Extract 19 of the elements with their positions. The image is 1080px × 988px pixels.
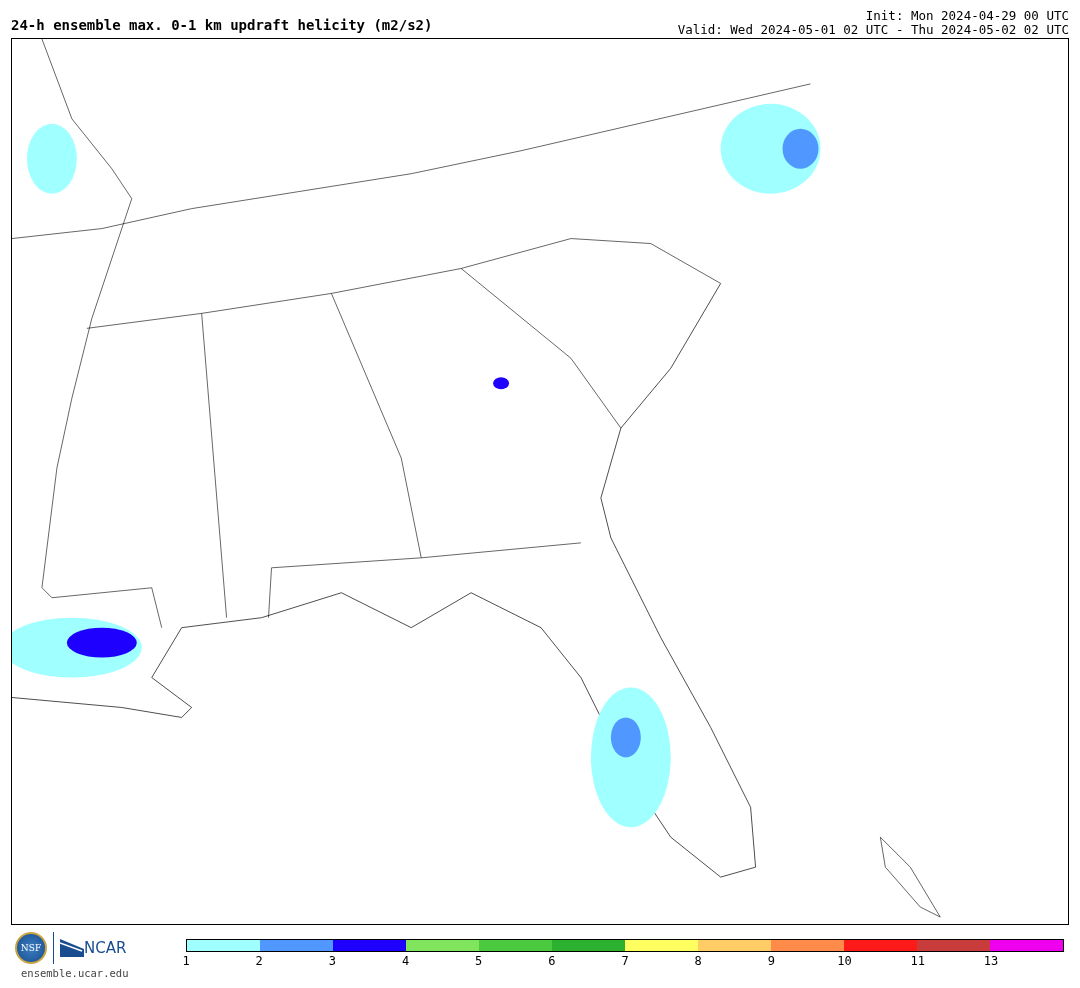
scale-label: 10 bbox=[837, 954, 852, 968]
scale-label: 1 bbox=[182, 954, 190, 968]
scale-label: 2 bbox=[255, 954, 263, 968]
plot-title: 24-h ensemble max. 0-1 km updraft helicity (m2/s2) bbox=[11, 17, 433, 35]
scale-label: 3 bbox=[328, 954, 336, 968]
scale-label: 11 bbox=[910, 954, 925, 968]
valid-time: Valid: Wed 2024-05-01 02 UTC - Thu 2024-05-02 02 UTC bbox=[677, 23, 1069, 37]
ncar-swoosh-icon bbox=[60, 939, 84, 957]
scale-label: 4 bbox=[401, 954, 410, 968]
scale-label: 13 bbox=[983, 954, 999, 968]
scale-label: 5 bbox=[475, 954, 483, 968]
scale-label: 9 bbox=[767, 954, 775, 968]
ncar-logo: NCAR bbox=[84, 939, 127, 957]
scale-label: 7 bbox=[621, 954, 629, 968]
nsf-logo: NSF bbox=[15, 932, 47, 964]
scale-label: 6 bbox=[548, 954, 556, 968]
site-address: ensemble.ucar.edu bbox=[21, 967, 129, 979]
scale-label: 8 bbox=[694, 954, 702, 968]
init-time: Init: Mon 2024-04-29 00 UTC bbox=[865, 9, 1069, 23]
